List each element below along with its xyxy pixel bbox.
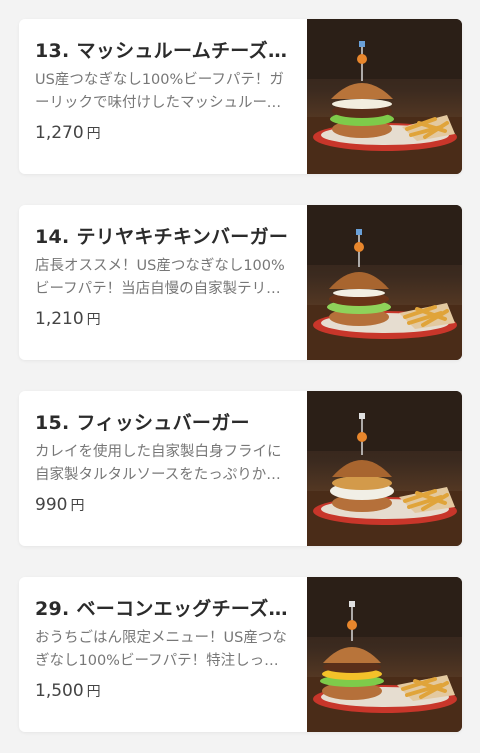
- menu-item-card[interactable]: 14. テリヤキチキンバーガー 店長オススメ！US産つなぎなし100%ビーフパテ…: [19, 205, 462, 360]
- menu-item-title: 15. フィッシュバーガー: [35, 412, 250, 434]
- menu-item-price: 990: [35, 495, 68, 515]
- menu-item-title: 29. ベーコンエッグチーズバーガー: [35, 598, 289, 620]
- burger-photo[interactable]: [307, 19, 462, 174]
- burger-photo[interactable]: [307, 577, 462, 732]
- menu-item-title: 14. テリヤキチキンバーガー: [35, 226, 289, 248]
- menu-item-description: 店長オススメ！US産つなぎなし100%ビーフパテ！当店自慢の自家製テリヤキソース: [35, 258, 285, 297]
- menu-item-price-row: 1,500 円: [35, 679, 289, 704]
- menu-item-text: 15. フィッシュバーガー カレイを使用した自家製白身フライに自家製タルタルソー…: [35, 409, 289, 518]
- menu-item-description: おうちごはん限定メニュー！US産つなぎなし100%ビーフパテ！特注しっかりベーコ…: [35, 630, 287, 669]
- menu-item-price: 1,210: [35, 309, 84, 329]
- menu-item-description: カレイを使用した自家製白身フライに自家製タルタルソースをたっぷりかけました: [35, 444, 282, 483]
- menu-item-price-row: 1,210 円: [35, 307, 289, 332]
- menu-item-text: 13. マッシュルームチーズバーガー US産つなぎなし100%ビーフパテ！ガーリ…: [35, 37, 289, 146]
- menu-item-card[interactable]: 15. フィッシュバーガー カレイを使用した自家製白身フライに自家製タルタルソー…: [19, 391, 462, 546]
- menu-item-price-row: 1,270 円: [35, 121, 289, 146]
- burger-photo[interactable]: [307, 205, 462, 360]
- menu-item-card[interactable]: 29. ベーコンエッグチーズバーガー おうちごはん限定メニュー！US産つなぎなし…: [19, 577, 462, 732]
- menu-item-price: 1,500: [35, 681, 84, 701]
- menu-item-text: 14. テリヤキチキンバーガー 店長オススメ！US産つなぎなし100%ビーフパテ…: [35, 223, 289, 332]
- menu-item-text: 29. ベーコンエッグチーズバーガー おうちごはん限定メニュー！US産つなぎなし…: [35, 595, 289, 704]
- menu-item-price-row: 990 円: [35, 493, 289, 518]
- currency-label: 円: [86, 126, 101, 142]
- menu-item-title: 13. マッシュルームチーズバーガー: [35, 40, 289, 62]
- menu-item-card[interactable]: 13. マッシュルームチーズバーガー US産つなぎなし100%ビーフパテ！ガーリ…: [19, 19, 462, 174]
- currency-label: 円: [86, 684, 101, 700]
- currency-label: 円: [70, 498, 85, 514]
- currency-label: 円: [86, 312, 101, 328]
- menu-item-price: 1,270: [35, 123, 84, 143]
- burger-photo[interactable]: [307, 391, 462, 546]
- menu-item-description: US産つなぎなし100%ビーフパテ！ガーリックで味付けしたマッシュルームとチーズ…: [35, 72, 284, 111]
